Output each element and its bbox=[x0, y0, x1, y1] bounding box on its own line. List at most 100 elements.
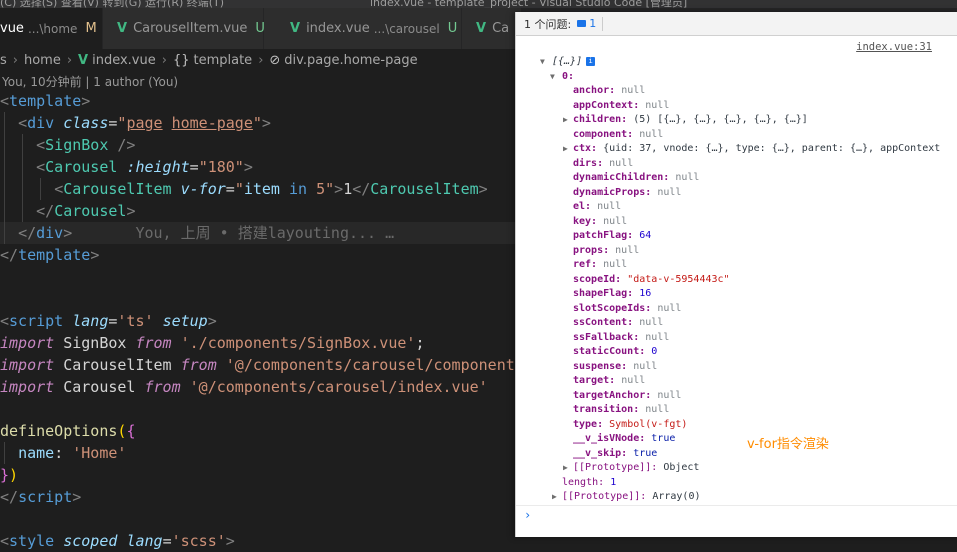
tree-value: null bbox=[621, 375, 646, 386]
tree-row: ref: null bbox=[516, 258, 957, 273]
window-title: index.vue - template_project - Visual St… bbox=[370, 0, 688, 8]
vue-file-icon: V bbox=[290, 21, 301, 36]
tab-description: ...\carousel bbox=[373, 21, 440, 36]
console-toolbar: 1 个问题: 1 bbox=[516, 12, 957, 36]
tree-row[interactable]: ▶ [[Prototype]]: Object bbox=[516, 461, 957, 476]
tree-key: type: bbox=[573, 418, 604, 430]
caret-right-icon[interactable]: ▶ bbox=[563, 461, 568, 476]
tree-row: key: null bbox=[516, 215, 957, 230]
tree-value: {uid: 37, vnode: {…}, type: {…}, parent:… bbox=[603, 143, 941, 154]
tree-row: appContext: null bbox=[516, 99, 957, 114]
tree-row: ssFallback: null bbox=[516, 331, 957, 346]
tree-value: null bbox=[657, 186, 682, 198]
tab-carousel-vue[interactable]: V Ca bbox=[462, 8, 522, 49]
tree-row: targetAnchor: null bbox=[516, 389, 957, 404]
caret-right-icon[interactable]: ▶ bbox=[563, 113, 568, 128]
tree-row: staticCount: 0 bbox=[516, 345, 957, 360]
tree-value: null bbox=[603, 215, 628, 227]
caret-right-icon[interactable]: ▶ bbox=[552, 490, 557, 505]
title-bar: (C) 选择(S) 查看(V) 转到(G) 运行(R) 终端(T) index.… bbox=[0, 0, 957, 8]
tree-row: anchor: null bbox=[516, 84, 957, 99]
tree-key: transition: bbox=[573, 404, 640, 415]
tree-value: null bbox=[645, 99, 670, 111]
tree-key: dynamicProps: bbox=[573, 186, 652, 198]
tree-key: dynamicChildren: bbox=[573, 172, 670, 183]
toolbar-divider bbox=[602, 16, 604, 31]
info-icon: i bbox=[586, 56, 596, 66]
prompt-chevron-icon: › bbox=[524, 508, 532, 522]
caret-right-icon[interactable]: ▶ bbox=[563, 142, 568, 157]
message-icon bbox=[577, 20, 587, 27]
issues-count: 1 bbox=[589, 17, 597, 30]
tree-value: null bbox=[609, 157, 634, 169]
issues-button[interactable]: 1 bbox=[577, 17, 596, 30]
vue-file-icon: V bbox=[476, 21, 487, 36]
codelens-author[interactable]: You, 10分钟前 | 1 author (You) bbox=[2, 71, 178, 91]
tree-row: transition: null bbox=[516, 403, 957, 418]
chevron-right-icon: › bbox=[161, 52, 167, 68]
tree-value: null bbox=[621, 85, 646, 96]
tree-value: 0 bbox=[651, 346, 658, 357]
tree-row: dynamicProps: null bbox=[516, 186, 957, 201]
tree-row: props: null bbox=[516, 244, 957, 259]
modified-badge: M bbox=[85, 21, 97, 36]
tree-row: ssContent: null bbox=[516, 316, 957, 331]
breadcrumb-item[interactable]: home bbox=[24, 53, 61, 68]
tree-value: null bbox=[639, 128, 664, 140]
tree-value: null bbox=[633, 360, 658, 372]
braces-icon: {} bbox=[172, 52, 190, 68]
tree-key: __v_skip: bbox=[573, 447, 628, 459]
tree-row[interactable]: ▶ children: (5) [{…}, {…}, {…}, {…}, {…}] bbox=[516, 113, 957, 128]
tree-key: props: bbox=[573, 244, 610, 256]
tree-row[interactable]: ▶ [[Prototype]]: Array(0) bbox=[516, 490, 957, 505]
breadcrumb-item[interactable]: index.vue bbox=[92, 53, 156, 68]
tree-key: ssContent: bbox=[573, 317, 634, 328]
tab-label: CarouselItem.vue bbox=[133, 21, 248, 36]
tree-value: "data-v-5954443c" bbox=[627, 273, 730, 285]
devtools-console-panel: 1 个问题: 1 index.vue:31 ▼ [{…}] i ▼ 0: anch… bbox=[515, 12, 957, 537]
source-link[interactable]: index.vue:31 bbox=[856, 41, 932, 53]
tree-value: 16 bbox=[639, 288, 652, 299]
menu-bar[interactable]: (C) 选择(S) 查看(V) 转到(G) 运行(R) 终端(T) bbox=[0, 0, 224, 8]
tree-key: slotScopeIds: bbox=[573, 302, 652, 314]
tree-value: null bbox=[675, 172, 700, 183]
tree-row: length: 1 bbox=[516, 476, 957, 491]
vue-file-icon: V bbox=[117, 21, 128, 36]
tree-key: ssFallback: bbox=[573, 331, 640, 343]
tree-row[interactable]: ▶ ctx: {uid: 37, vnode: {…}, type: {…}, p… bbox=[516, 142, 957, 157]
tree-row: suspense: null bbox=[516, 360, 957, 375]
tree-key: shapeFlag: bbox=[573, 288, 634, 299]
breadcrumb-item[interactable]: template bbox=[194, 53, 253, 68]
root-preview: [{…}] bbox=[552, 56, 583, 67]
tree-value: null bbox=[657, 389, 682, 401]
tree-row: patchFlag: 64 bbox=[516, 229, 957, 244]
caret-down-icon[interactable]: ▼ bbox=[550, 70, 555, 85]
tree-row: shapeFlag: 16 bbox=[516, 287, 957, 302]
breadcrumb-item[interactable]: div.page.home-page bbox=[284, 53, 417, 68]
vue-file-icon: V bbox=[78, 52, 89, 68]
tree-row: el: null bbox=[516, 200, 957, 215]
tree-key: el: bbox=[573, 201, 592, 212]
tree-row[interactable]: ▼ 0: bbox=[516, 70, 957, 85]
console-input[interactable]: › bbox=[516, 505, 957, 526]
tree-value: Array(0) bbox=[652, 491, 701, 502]
tab-carousel-index-vue[interactable]: V index.vue ...\carousel U bbox=[264, 8, 462, 49]
tab-carouselitem-vue[interactable]: V CarouselItem.vue U bbox=[103, 8, 265, 49]
tree-root-row[interactable]: ▼ [{…}] i bbox=[516, 55, 957, 70]
tree-key: suspense: bbox=[573, 360, 628, 372]
tree-value: 64 bbox=[639, 230, 652, 241]
breadcrumb-item[interactable]: s bbox=[0, 53, 7, 68]
breadcrumb: s › home › V index.vue › {} template › ⊘… bbox=[0, 49, 418, 71]
tree-row: target: null bbox=[516, 374, 957, 389]
issues-label: 1 个问题: bbox=[524, 17, 572, 31]
tab-description: ...\home bbox=[27, 21, 78, 36]
tree-value: true bbox=[651, 433, 676, 444]
tree-key: component: bbox=[573, 128, 634, 140]
tree-value: null bbox=[645, 404, 670, 415]
tab-home-index-vue[interactable]: vue ...\home M × bbox=[0, 8, 122, 49]
tree-key: key: bbox=[573, 215, 598, 227]
tree-key: __v_isVNode: bbox=[573, 433, 646, 444]
caret-down-icon[interactable]: ▼ bbox=[540, 55, 545, 70]
tree-value: 1 bbox=[610, 476, 617, 488]
tree-row: dynamicChildren: null bbox=[516, 171, 957, 186]
